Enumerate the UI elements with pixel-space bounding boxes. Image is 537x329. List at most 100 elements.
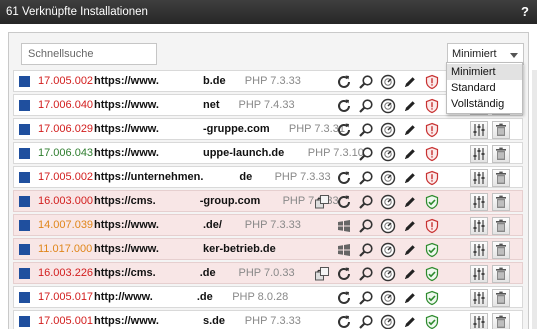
row-select-square[interactable] — [19, 220, 30, 231]
shield-warning-icon[interactable] — [424, 146, 440, 162]
dashboard-icon[interactable] — [380, 194, 396, 210]
dashboard-icon[interactable] — [380, 98, 396, 114]
dashboard-icon[interactable] — [380, 290, 396, 306]
row-select-square[interactable] — [19, 244, 30, 255]
windows-icon[interactable] — [336, 242, 352, 258]
delete-button[interactable] — [492, 289, 510, 307]
search-icon[interactable] — [358, 290, 374, 306]
installation-url[interactable]: https://www. s.de — [94, 315, 225, 327]
search-icon[interactable] — [358, 146, 374, 162]
pencil-icon[interactable] — [402, 242, 418, 258]
refresh-icon[interactable] — [336, 122, 352, 138]
settings-button[interactable] — [470, 145, 488, 163]
search-icon[interactable] — [358, 218, 374, 234]
dashboard-icon[interactable] — [380, 122, 396, 138]
search-icon[interactable] — [358, 242, 374, 258]
refresh-icon[interactable] — [336, 194, 352, 210]
shield-warning-icon[interactable] — [424, 218, 440, 234]
delete-button[interactable] — [492, 313, 510, 329]
dashboard-icon[interactable] — [380, 146, 396, 162]
settings-button[interactable] — [470, 169, 488, 187]
shield-warning-icon[interactable] — [424, 170, 440, 186]
row-select-square[interactable] — [19, 268, 30, 279]
row-select-square[interactable] — [19, 172, 30, 183]
row-select-square[interactable] — [19, 196, 30, 207]
delete-button[interactable] — [492, 217, 510, 235]
settings-button[interactable] — [470, 289, 488, 307]
search-icon[interactable] — [358, 170, 374, 186]
delete-button[interactable] — [492, 169, 510, 187]
installation-row[interactable]: 16.003.000 https://cms. -group.com PHP 7.0.… — [13, 190, 523, 212]
pencil-icon[interactable] — [402, 98, 418, 114]
installation-row[interactable]: 17.005.017 http://www. .de PHP 8.0.28 — [13, 286, 523, 308]
installation-url[interactable]: https://cms. -group.com — [94, 195, 260, 207]
row-select-square[interactable] — [19, 292, 30, 303]
transfer-icon[interactable] — [314, 266, 330, 282]
installation-row[interactable]: 16.003.226 https://cms. .de PHP 7.0.33 — [13, 262, 523, 284]
shield-ok-icon[interactable] — [424, 242, 440, 258]
shield-ok-icon[interactable] — [424, 314, 440, 329]
pencil-icon[interactable] — [402, 74, 418, 90]
row-select-square[interactable] — [19, 148, 30, 159]
installation-row[interactable]: 17.005.001 https://www. s.de PHP 7.3.33 — [13, 310, 523, 329]
pencil-icon[interactable] — [402, 122, 418, 138]
delete-button[interactable] — [492, 193, 510, 211]
pencil-icon[interactable] — [402, 314, 418, 329]
pencil-icon[interactable] — [402, 170, 418, 186]
delete-button[interactable] — [492, 145, 510, 163]
help-button[interactable]: ? — [521, 4, 529, 19]
installation-url[interactable]: https://www. net — [94, 99, 219, 111]
list-scrollbar[interactable] — [532, 70, 537, 329]
refresh-icon[interactable] — [336, 314, 352, 329]
view-mode-option-vollstaendig[interactable]: Vollständig — [447, 96, 522, 112]
delete-button[interactable] — [492, 241, 510, 259]
dashboard-icon[interactable] — [380, 314, 396, 329]
installation-row[interactable]: 17.005.002 https://unternehmen. de PHP 7.3.… — [13, 166, 523, 188]
shield-warning-icon[interactable] — [424, 122, 440, 138]
row-select-square[interactable] — [19, 76, 30, 87]
settings-button[interactable] — [470, 217, 488, 235]
installation-row[interactable]: 14.007.039 https://www. .de/PHP 7.3.33 — [13, 214, 523, 236]
search-icon[interactable] — [358, 98, 374, 114]
settings-button[interactable] — [470, 265, 488, 283]
shield-ok-icon[interactable] — [424, 266, 440, 282]
windows-icon[interactable] — [336, 218, 352, 234]
settings-button[interactable] — [470, 313, 488, 329]
pencil-icon[interactable] — [402, 290, 418, 306]
shield-warning-icon[interactable] — [424, 74, 440, 90]
refresh-icon[interactable] — [336, 170, 352, 186]
shield-ok-icon[interactable] — [424, 290, 440, 306]
shield-warning-icon[interactable] — [424, 98, 440, 114]
dashboard-icon[interactable] — [380, 170, 396, 186]
refresh-icon[interactable] — [336, 290, 352, 306]
installation-row[interactable]: 11.017.000 https://www. ker-betrieb.de — [13, 238, 523, 260]
row-select-square[interactable] — [19, 316, 30, 327]
dashboard-icon[interactable] — [380, 218, 396, 234]
installation-url[interactable]: https://www. b.de — [94, 75, 226, 87]
installation-url[interactable]: https://unternehmen. de — [94, 171, 252, 183]
pencil-icon[interactable] — [402, 266, 418, 282]
installation-url[interactable]: http://www. .de — [94, 291, 213, 303]
refresh-icon[interactable] — [336, 266, 352, 282]
quick-search-input[interactable] — [21, 43, 157, 65]
search-icon[interactable] — [358, 266, 374, 282]
delete-button[interactable] — [492, 265, 510, 283]
installation-url[interactable]: https://www. ker-betrieb.de — [94, 243, 276, 255]
search-icon[interactable] — [358, 74, 374, 90]
row-select-square[interactable] — [19, 124, 30, 135]
installation-url[interactable]: https://www. uppe-launch.de — [94, 147, 284, 159]
installation-url[interactable]: https://cms. .de — [94, 267, 216, 279]
view-mode-option-minimiert[interactable]: Minimiert — [447, 64, 522, 80]
installation-url[interactable]: https://www. .de/ — [94, 219, 222, 231]
settings-button[interactable] — [470, 193, 488, 211]
search-icon[interactable] — [358, 194, 374, 210]
settings-button[interactable] — [470, 121, 488, 139]
search-icon[interactable] — [358, 314, 374, 329]
installation-url[interactable]: https://www. -gruppe.com — [94, 123, 270, 135]
settings-button[interactable] — [470, 241, 488, 259]
dashboard-icon[interactable] — [380, 242, 396, 258]
view-mode-option-standard[interactable]: Standard — [447, 80, 522, 96]
pencil-icon[interactable] — [402, 146, 418, 162]
transfer-icon[interactable] — [314, 194, 330, 210]
pencil-icon[interactable] — [402, 194, 418, 210]
